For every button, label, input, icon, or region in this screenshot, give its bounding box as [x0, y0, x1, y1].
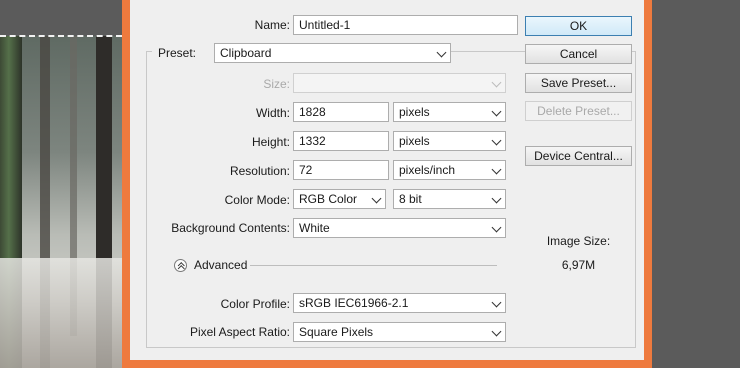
chevron-down-icon: [491, 326, 502, 337]
image-size-label: Image Size:: [546, 234, 611, 248]
bit-depth-select[interactable]: 8 bit: [393, 189, 506, 209]
workspace-background-right: [652, 0, 740, 368]
chevron-down-icon: [491, 135, 502, 146]
preset-select[interactable]: Clipboard: [214, 43, 451, 63]
background-contents-select[interactable]: White: [293, 218, 506, 238]
resolution-label: Resolution:: [229, 164, 290, 178]
color-mode-select[interactable]: RGB Color: [293, 189, 386, 209]
chevron-down-icon: [491, 193, 502, 204]
advanced-divider: [250, 265, 497, 266]
background-contents-label: Background Contents:: [171, 221, 290, 235]
device-central-button[interactable]: Device Central...: [525, 146, 632, 166]
selection-marquee: [0, 35, 122, 37]
color-profile-select[interactable]: sRGB IEC61966-2.1: [293, 293, 506, 313]
pixel-aspect-ratio-label: Pixel Aspect Ratio:: [189, 325, 290, 339]
chevron-down-icon: [491, 297, 502, 308]
name-input[interactable]: Untitled-1: [293, 15, 518, 35]
chevron-down-icon: [491, 77, 502, 88]
save-preset-button[interactable]: Save Preset...: [525, 73, 632, 93]
chevron-down-icon: [491, 106, 502, 117]
chevron-down-icon: [491, 222, 502, 233]
preset-label: Preset:: [152, 46, 218, 60]
height-unit-value: pixels: [399, 134, 430, 148]
height-label: Height:: [251, 135, 290, 149]
height-input[interactable]: 1332: [293, 131, 389, 151]
resolution-unit-select[interactable]: pixels/inch: [393, 160, 506, 180]
color-profile-label: Color Profile:: [220, 297, 290, 311]
ok-button[interactable]: OK: [525, 16, 632, 36]
width-unit-value: pixels: [399, 105, 430, 119]
name-label: Name:: [254, 18, 290, 32]
height-unit-select[interactable]: pixels: [393, 131, 506, 151]
pixel-aspect-ratio-select[interactable]: Square Pixels: [293, 322, 506, 342]
preset-value: Clipboard: [220, 46, 272, 60]
size-select[interactable]: [293, 73, 506, 93]
pixel-aspect-ratio-value: Square Pixels: [299, 325, 374, 339]
new-document-dialog-frame: Name: Untitled-1 Preset: Clipboard Size:…: [122, 0, 652, 368]
new-document-dialog: Name: Untitled-1 Preset: Clipboard Size:…: [130, 0, 644, 360]
width-label: Width:: [255, 106, 290, 120]
width-unit-select[interactable]: pixels: [393, 102, 506, 122]
document-canvas-image: [0, 36, 122, 368]
size-label: Size:: [263, 77, 290, 91]
cancel-button[interactable]: Cancel: [525, 44, 632, 64]
color-mode-value: RGB Color: [299, 192, 358, 206]
delete-preset-button[interactable]: Delete Preset...: [525, 101, 632, 121]
resolution-unit-value: pixels/inch: [399, 163, 456, 177]
chevron-down-icon: [371, 193, 382, 204]
color-profile-value: sRGB IEC61966-2.1: [299, 296, 409, 310]
chevron-down-icon: [436, 47, 447, 58]
bit-depth-value: 8 bit: [399, 192, 422, 206]
width-input[interactable]: 1828: [293, 102, 389, 122]
workspace-background: [0, 0, 122, 35]
image-size-value: 6,97M: [561, 258, 596, 272]
background-contents-value: White: [299, 221, 330, 235]
collapse-advanced-icon[interactable]: [174, 259, 187, 272]
chevron-down-icon: [491, 164, 502, 175]
advanced-toggle-label[interactable]: Advanced: [194, 258, 247, 272]
resolution-input[interactable]: 72: [293, 160, 389, 180]
color-mode-label: Color Mode:: [224, 193, 290, 207]
